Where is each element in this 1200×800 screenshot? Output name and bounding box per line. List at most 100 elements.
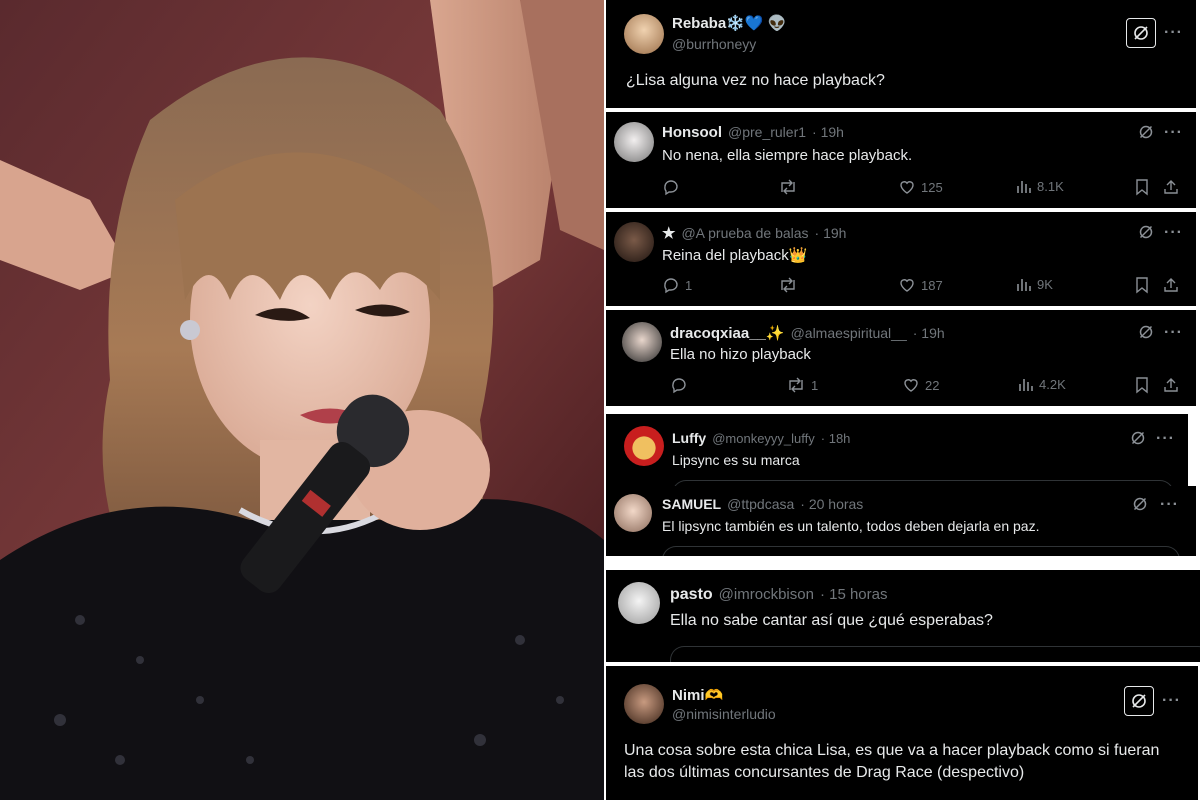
reply-icon xyxy=(664,278,678,294)
views-button[interactable]: 4.2K xyxy=(1018,376,1066,392)
views-icon xyxy=(1017,279,1031,291)
author-name[interactable]: ★ xyxy=(662,224,675,242)
timestamp[interactable]: · 19h xyxy=(815,225,847,241)
more-icon[interactable]: ··· xyxy=(1164,225,1183,241)
like-button[interactable]: 187 xyxy=(898,276,943,294)
more-icon[interactable]: ··· xyxy=(1164,325,1183,341)
author-name[interactable]: Rebaba❄️💙 👽 xyxy=(672,14,786,32)
reply-tweet: Honsool @pre_ruler1 · 19h ··· No nena, e… xyxy=(606,112,1196,208)
tweets-collage: Rebaba❄️💙 👽 @burrhoneyy ··· ¿Lisa alguna… xyxy=(604,0,1200,800)
avatar[interactable] xyxy=(614,222,654,262)
quoted-main-tweet: Nimi🫶 @nimisinterludio ··· Una cosa sobr… xyxy=(606,666,1198,800)
grok-icon[interactable] xyxy=(1132,496,1148,512)
repost-button[interactable]: 1 xyxy=(786,376,818,394)
share-icon[interactable] xyxy=(1162,376,1180,394)
author-handle[interactable]: @imrockbison xyxy=(719,586,814,603)
more-icon[interactable]: ··· xyxy=(1156,431,1175,447)
avatar[interactable] xyxy=(614,494,652,532)
more-icon[interactable]: ··· xyxy=(1162,693,1181,709)
author-handle[interactable]: @burrhoneyy xyxy=(672,36,756,52)
repost-icon xyxy=(789,377,803,393)
grok-icon[interactable] xyxy=(1124,686,1154,716)
like-icon xyxy=(900,181,914,194)
grok-icon[interactable] xyxy=(1138,124,1154,140)
author-handle[interactable]: @nimisinterludio xyxy=(672,706,776,722)
quoted-tweet[interactable] xyxy=(662,546,1180,556)
tweet-text-line-1: Una cosa sobre esta chica Lisa, es que v… xyxy=(624,742,1160,759)
quoted-tweet[interactable] xyxy=(670,646,1200,662)
action-bar: 125 8.1K xyxy=(606,178,1196,198)
more-icon[interactable]: ··· xyxy=(1164,25,1183,41)
tweet-text: Lipsync es su marca xyxy=(672,452,800,468)
share-icon[interactable] xyxy=(1162,276,1180,294)
more-icon[interactable]: ··· xyxy=(1160,497,1179,513)
action-bar: 1 187 9K xyxy=(606,276,1196,296)
avatar[interactable] xyxy=(622,322,662,362)
repost-button[interactable] xyxy=(778,178,803,196)
timestamp[interactable]: · 20 horas xyxy=(800,496,863,512)
author-handle[interactable]: @A prueba de balas xyxy=(681,225,808,241)
share-icon[interactable] xyxy=(1162,178,1180,196)
author-handle[interactable]: @monkeyyy_luffy xyxy=(712,431,815,446)
reply-tweet: pasto @imrockbison · 15 horas Ella no sa… xyxy=(606,570,1200,662)
author-name[interactable]: Luffy xyxy=(672,430,706,446)
author-handle[interactable]: @ttpdcasa xyxy=(727,496,794,512)
like-icon xyxy=(900,279,914,292)
reply-button[interactable] xyxy=(670,376,693,394)
reply-tweet: SAMUEL @ttpdcasa · 20 horas ··· El lipsy… xyxy=(606,486,1196,556)
repost-count: 1 xyxy=(811,377,819,393)
tweet-text: No nena, ella siempre hace playback. xyxy=(662,147,913,164)
avatar[interactable] xyxy=(614,122,654,162)
like-count: 125 xyxy=(921,179,943,195)
grok-icon[interactable] xyxy=(1138,324,1154,340)
views-icon xyxy=(1017,181,1031,193)
grok-icon[interactable] xyxy=(1126,18,1156,48)
avatar[interactable] xyxy=(624,684,664,724)
more-icon[interactable]: ··· xyxy=(1164,125,1183,141)
views-button[interactable]: 8.1K xyxy=(1016,178,1064,194)
views-button[interactable]: 9K xyxy=(1016,276,1053,292)
reply-count: 1 xyxy=(685,277,693,293)
author-handle[interactable]: @pre_ruler1 xyxy=(728,124,806,140)
tweet-text: El lipsync también es un talento, todos … xyxy=(662,518,1040,534)
avatar[interactable] xyxy=(624,14,664,54)
avatar[interactable] xyxy=(624,426,664,466)
tweet-text: Ella no hizo playback xyxy=(670,346,811,363)
tweet-text-line-2: las dos últimas concursantes de Drag Rac… xyxy=(624,764,1025,781)
repost-icon xyxy=(781,179,795,195)
bookmark-icon[interactable] xyxy=(1134,376,1150,394)
reply-tweet: Luffy @monkeyyy_luffy · 18h ··· Lipsync … xyxy=(606,414,1188,490)
grok-icon[interactable] xyxy=(1138,224,1154,240)
like-button[interactable]: 125 xyxy=(898,178,943,196)
author-name[interactable]: pasto xyxy=(670,586,713,604)
views-icon xyxy=(1019,379,1033,391)
author-name[interactable]: Honsool xyxy=(662,124,722,141)
reply-button[interactable]: 1 xyxy=(662,276,692,294)
reply-icon xyxy=(672,378,686,394)
avatar[interactable] xyxy=(618,582,660,624)
reply-tweet: dracoqxiaa__✨ @almaespiritual__ · 19h ··… xyxy=(606,310,1196,406)
grok-icon[interactable] xyxy=(1130,430,1146,446)
author-name[interactable]: dracoqxiaa__✨ xyxy=(670,324,785,342)
author-name[interactable]: SAMUEL xyxy=(662,496,721,512)
main-tweet: Rebaba❄️💙 👽 @burrhoneyy ··· ¿Lisa alguna… xyxy=(606,0,1196,108)
reply-button[interactable] xyxy=(662,178,685,196)
timestamp[interactable]: · 19h xyxy=(913,325,945,341)
timestamp[interactable]: · 15 horas xyxy=(820,586,888,603)
reply-icon xyxy=(664,180,678,196)
bookmark-icon[interactable] xyxy=(1134,178,1150,196)
bookmark-icon[interactable] xyxy=(1134,276,1150,294)
timestamp[interactable]: · 18h xyxy=(821,431,851,446)
action-bar: 1 22 4.2K xyxy=(606,376,1196,396)
reply-tweet: ★ @A prueba de balas · 19h ··· Reina del… xyxy=(606,212,1196,306)
like-button[interactable]: 22 xyxy=(902,376,939,394)
like-icon xyxy=(904,379,918,392)
like-count: 187 xyxy=(921,277,943,293)
views-count: 9K xyxy=(1037,276,1053,292)
author-name[interactable]: Nimi🫶 xyxy=(672,686,723,704)
repost-icon xyxy=(781,277,795,293)
author-handle[interactable]: @almaespiritual__ xyxy=(791,325,907,341)
timestamp[interactable]: · 19h xyxy=(812,124,844,140)
repost-button[interactable] xyxy=(778,276,803,294)
tweet-text: ¿Lisa alguna vez no hace playback? xyxy=(626,72,885,89)
